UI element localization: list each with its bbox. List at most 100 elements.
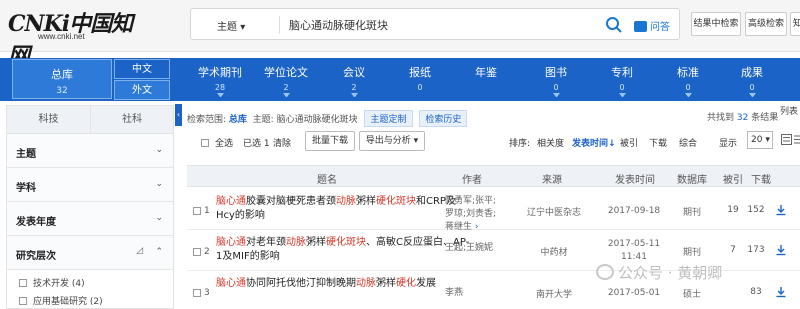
filter-item[interactable]: 技术开发 (4): [19, 276, 85, 289]
result-cited[interactable]: 19: [721, 205, 745, 215]
result-source[interactable]: 辽宁中医杂志: [509, 205, 599, 218]
title-part: 动脉: [336, 196, 356, 207]
filter-label: 应用基础研究: [33, 297, 88, 307]
collapse-sidebar-button[interactable]: ‹: [175, 104, 182, 126]
export-label: 导出与分析: [365, 136, 411, 146]
sort-date[interactable]: 发表时间↓: [572, 136, 616, 149]
row-number: 1: [204, 206, 210, 216]
page-size-select[interactable]: 20 ▾: [747, 131, 773, 149]
row-checkbox[interactable]: [193, 248, 201, 256]
nav-achievement[interactable]: 成果 0: [722, 64, 782, 97]
sort-cited[interactable]: 被引: [620, 136, 638, 149]
row-checkbox[interactable]: [193, 207, 201, 215]
sort-combined[interactable]: 综合: [679, 136, 697, 149]
filter-section-topic[interactable]: 主题 ⌄: [7, 134, 173, 168]
advanced-search-button[interactable]: 高级检索: [745, 12, 787, 36]
results-table-header: 题名 作者 来源 发表时间 数据库 被引 下载: [187, 165, 800, 187]
display-label: 显示: [719, 139, 738, 149]
result-author[interactable]: 王起;王婉妮: [445, 242, 503, 255]
caret-down-icon: ▾: [413, 136, 419, 146]
result-date: 2017-05-11 11:41: [607, 239, 661, 262]
filter-section-discipline[interactable]: 学科 ⌄: [7, 168, 173, 202]
checkbox[interactable]: [19, 279, 27, 287]
col-source: 来源: [542, 175, 562, 186]
knowledge-button[interactable]: 知: [790, 12, 800, 36]
nav-standard[interactable]: 标准 0: [658, 64, 718, 97]
col-download: 下载: [751, 175, 771, 186]
title-part: 硬化: [396, 278, 416, 289]
title-part: 粥样: [306, 237, 326, 248]
title-part: 粥样: [376, 278, 396, 289]
filter-item[interactable]: 应用基础研究 (2): [19, 294, 103, 307]
search-type-label: 主题: [217, 22, 237, 33]
search-in-results-button[interactable]: 结果中检索: [691, 12, 741, 36]
caret-down-icon: [282, 93, 290, 97]
select-all[interactable]: 全选: [201, 136, 233, 149]
nav-conference[interactable]: 会议 2: [324, 64, 384, 97]
result-author[interactable]: 陈勇军;张平;罗琼;刘贵香;蒋继生 ›: [445, 195, 503, 234]
row-checkbox[interactable]: [193, 289, 201, 297]
result-date: 2017-05-01: [607, 288, 661, 298]
topic-label: 主题:: [252, 115, 274, 125]
result-author[interactable]: 李燕: [445, 287, 503, 300]
result-date: 2017-09-18: [607, 206, 661, 216]
batch-download-button[interactable]: 批量下载: [305, 131, 355, 151]
detail-view-icon[interactable]: [781, 134, 792, 145]
result-title-link[interactable]: 脑心通对老年颈动脉粥样硬化斑块、高敏C反应蛋白、AP-1及MIF的影响: [216, 236, 471, 264]
sort-label: 排序:: [509, 139, 531, 149]
filter-section-year[interactable]: 发表年度 ⌄: [7, 202, 173, 236]
qa-button[interactable]: 问答: [634, 18, 670, 33]
nav-patent[interactable]: 专利 0: [592, 64, 652, 97]
chevron-left-icon: ‹: [176, 110, 181, 119]
sidebar-tabs: 科技 社科: [7, 106, 173, 134]
nav-count: 2: [283, 83, 289, 92]
top-bar: CNKi中国知网 www.cnki.net 主题 ▾ 问答 结果中检索 高级检索…: [0, 0, 800, 69]
lang-chinese-tab[interactable]: 中文: [114, 59, 170, 79]
checkbox[interactable]: [19, 297, 27, 305]
download-icon[interactable]: [775, 244, 787, 256]
list-view-icon[interactable]: [793, 134, 800, 145]
sort-relevance[interactable]: 相关度: [537, 136, 564, 149]
qa-label: 问答: [650, 22, 670, 33]
topic-custom-button[interactable]: 主题定制: [364, 110, 413, 127]
sort-download[interactable]: 下载: [649, 136, 667, 149]
watermark-text: 公众号 · 黄朝卿: [618, 264, 723, 282]
nav-newspaper[interactable]: 报纸 0: [390, 64, 450, 92]
col-database: 数据库: [677, 175, 707, 186]
result-title-link[interactable]: 脑心通协同阿托伐他汀抑制晚期动脉粥样硬化发展: [216, 277, 471, 291]
result-cited[interactable]: 7: [721, 245, 745, 255]
range-value: 总库: [228, 115, 247, 125]
tab-science[interactable]: 科技: [7, 106, 90, 134]
result-title-link[interactable]: 脑心通胶囊对脑梗死患者颈动脉粥样硬化斑块和CRP及Hcy的影响: [216, 195, 471, 223]
caret-down-icon: [350, 93, 358, 97]
download-icon[interactable]: [775, 204, 787, 216]
nav-label: 报纸: [409, 66, 431, 79]
chevron-down-icon: ⌄: [155, 145, 163, 155]
checkbox[interactable]: [201, 139, 209, 147]
search-type-select[interactable]: 主题 ▾: [217, 18, 245, 33]
download-icon[interactable]: [775, 286, 787, 298]
nav-journal[interactable]: 学术期刊 28: [190, 64, 250, 97]
clear-button[interactable]: 清除: [273, 136, 291, 149]
result-source[interactable]: 中药材: [509, 245, 599, 258]
search-input[interactable]: [289, 14, 579, 36]
wechat-icon: [596, 264, 614, 280]
tab-social-science[interactable]: 社科: [90, 106, 173, 134]
page-size-value: 20: [751, 135, 763, 145]
nav-thesis[interactable]: 学位论文 2: [256, 64, 316, 97]
nav-label: 成果: [741, 66, 763, 79]
caret-down-icon: [552, 93, 560, 97]
range-label: 检索范围:: [187, 115, 227, 125]
cnki-logo[interactable]: CNKi中国知网 www.cnki.net: [8, 6, 138, 69]
lang-foreign-tab[interactable]: 外文: [114, 80, 170, 100]
export-analysis-button[interactable]: 导出与分析 ▾: [359, 131, 425, 151]
filter-section-level[interactable]: 研究层次 ◿ ⌃: [7, 236, 173, 270]
result-source[interactable]: 南开大学: [509, 287, 599, 300]
search-icon[interactable]: [604, 15, 624, 35]
total-results: 共找到 32 条结果: [707, 110, 778, 123]
chart-icon[interactable]: ◿: [136, 246, 143, 256]
nav-book[interactable]: 图书 0: [526, 64, 586, 97]
nav-zongku[interactable]: 总库 32: [12, 59, 112, 99]
nav-yearbook[interactable]: 年鉴: [456, 64, 516, 83]
search-history-button[interactable]: 检索历史: [419, 110, 468, 127]
